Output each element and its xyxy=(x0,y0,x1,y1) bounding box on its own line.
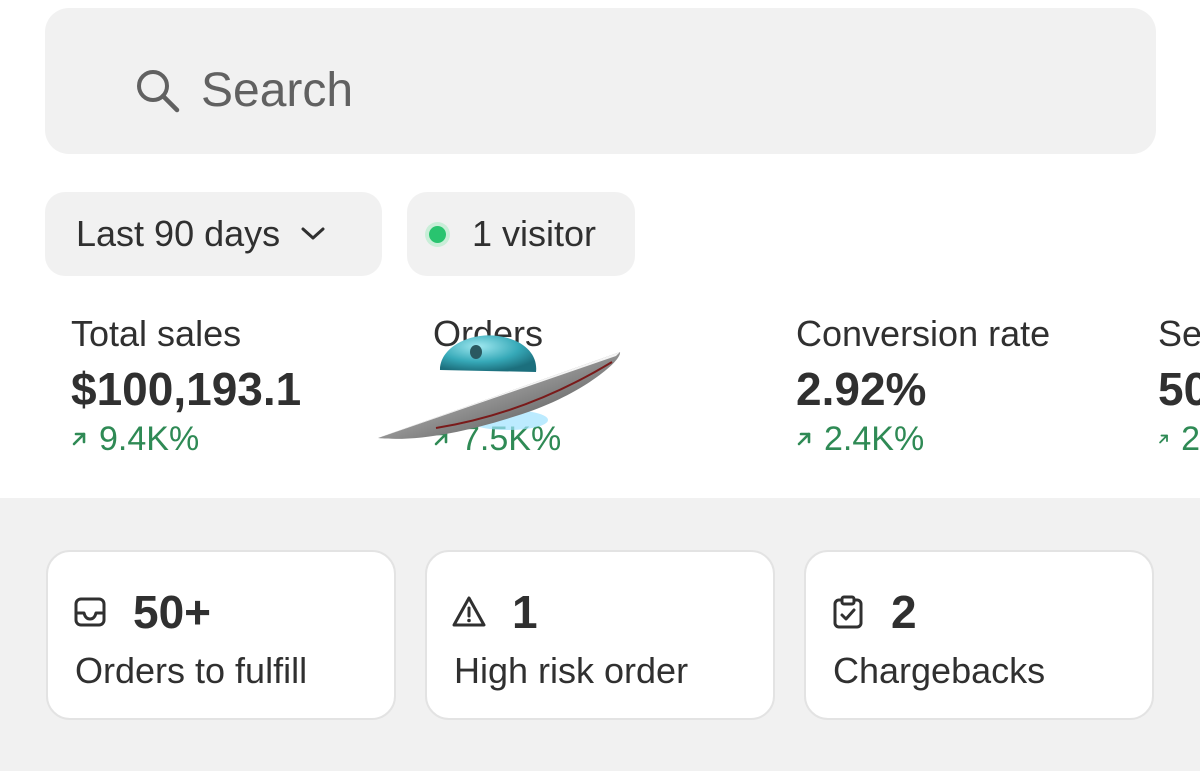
flying-saucer-icon xyxy=(378,335,621,439)
search-icon xyxy=(137,70,180,113)
metric-value: 50 xyxy=(1158,363,1200,415)
metric-total-sales[interactable]: Total sales $100,193.1 9.4K% xyxy=(71,312,301,460)
metric-delta-text: 2.4K% xyxy=(824,420,925,458)
high-risk-order-card[interactable]: 1 High risk order xyxy=(425,550,775,720)
metric-value: $100,193.1 xyxy=(71,363,302,415)
card-count: 2 xyxy=(891,586,917,638)
metric-delta-text: 9.4K% xyxy=(99,420,200,458)
search-input[interactable] xyxy=(201,60,1101,120)
arrow-up-right-icon xyxy=(72,432,86,446)
metric-value: 2.92% xyxy=(796,363,927,415)
metric-delta: 2.4K% xyxy=(796,418,1050,460)
card-count: 50+ xyxy=(133,586,212,638)
metric-label: Total sales xyxy=(71,313,242,354)
live-visitors-button[interactable]: 1 visitor xyxy=(407,192,635,276)
chevron-down-icon xyxy=(301,227,325,240)
metric-conversion-rate[interactable]: Conversion rate 2.92% 2.4K% xyxy=(796,312,1050,460)
arrow-up-right-icon xyxy=(797,432,811,446)
live-status-dot xyxy=(429,225,446,243)
date-range-label: Last 90 days xyxy=(76,213,281,254)
live-visitors-label: 1 visitor xyxy=(472,213,597,254)
arrow-up-right-icon xyxy=(1159,434,1168,444)
card-count: 1 xyxy=(512,586,538,638)
analytics-header: Last 90 days 1 visitor Total sales $100,… xyxy=(0,0,1200,498)
metric-label: Conversion rate xyxy=(796,313,1051,354)
search-bar[interactable] xyxy=(45,8,1156,154)
card-label: Orders to fulfill xyxy=(75,650,308,691)
alert-triangle-icon xyxy=(452,596,486,627)
card-label: High risk order xyxy=(454,650,689,691)
card-label: Chargebacks xyxy=(833,650,1046,691)
metric-label: Se xyxy=(1158,313,1200,354)
metric-delta-text: 2 xyxy=(1181,420,1200,458)
metric-delta: 2 xyxy=(1158,418,1200,460)
chargebacks-card[interactable]: 2 Chargebacks xyxy=(804,550,1154,720)
clipboard-check-icon xyxy=(833,595,863,629)
metric-delta: 9.4K% xyxy=(71,418,301,460)
metric-sessions-truncated[interactable]: Se 50 2 xyxy=(1158,312,1200,460)
date-range-selector[interactable]: Last 90 days xyxy=(45,192,382,276)
inbox-icon xyxy=(74,597,106,627)
orders-to-fulfill-card[interactable]: 50+ Orders to fulfill xyxy=(46,550,396,720)
